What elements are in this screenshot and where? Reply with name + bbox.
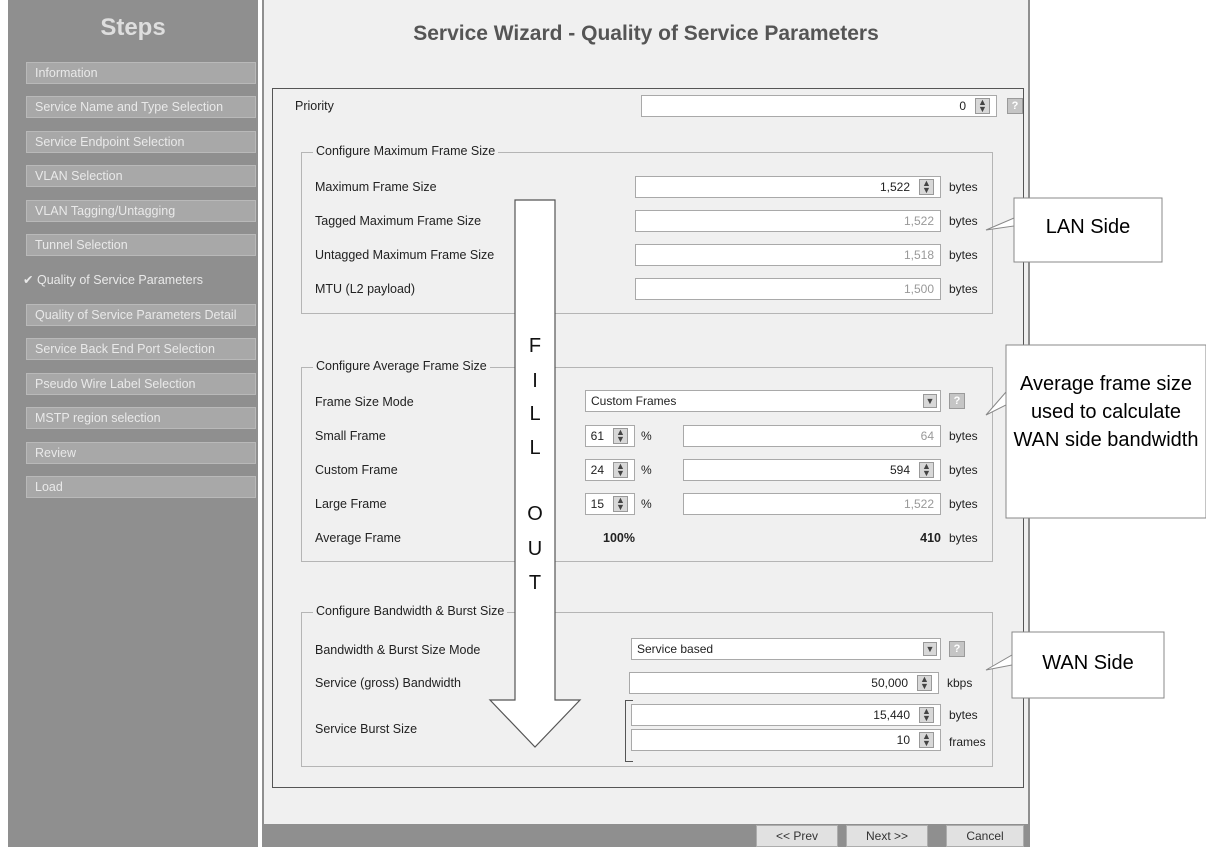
- unit-percent: %: [641, 463, 652, 477]
- avg-frame-callout: Average frame size used to calculate WAN…: [1013, 373, 1199, 451]
- large-frame-bytes-field: 1,522: [683, 493, 941, 515]
- fill-out-letter: U: [527, 538, 543, 560]
- fill-out-letter: L: [529, 437, 541, 459]
- average-frame-label: Average Frame: [315, 531, 401, 545]
- priority-label: Priority: [295, 99, 334, 113]
- unit-frames: frames: [949, 735, 986, 749]
- page-title: Service Wizard - Quality of Service Para…: [413, 22, 879, 45]
- step-mstp-region[interactable]: MSTP region selection: [26, 407, 256, 429]
- unit-percent: %: [641, 429, 652, 443]
- step-information[interactable]: Information: [26, 62, 256, 84]
- wizard-main: Service Wizard - Quality of Service Para…: [262, 0, 1030, 847]
- fill-out-letter: T: [528, 572, 542, 594]
- spinner-icon[interactable]: ▲ ▼: [919, 179, 934, 195]
- step-service-name-type[interactable]: Service Name and Type Selection: [26, 96, 256, 118]
- unit-bytes: bytes: [949, 429, 978, 443]
- fill-out-letter: O: [527, 503, 543, 525]
- wan-side-callout: WAN Side: [1042, 652, 1134, 674]
- burst-bytes-input[interactable]: 15,440: [631, 704, 941, 726]
- unit-bytes: bytes: [949, 282, 978, 296]
- priority-input[interactable]: 0: [641, 95, 997, 117]
- average-frame-value: 410: [920, 531, 941, 545]
- small-frame-bytes-field: 64: [683, 425, 941, 447]
- tagged-max-frame-field: 1,522: [635, 210, 941, 232]
- step-vlan-tagging[interactable]: VLAN Tagging/Untagging: [26, 200, 256, 222]
- steps-sidebar: Steps Information Service Name and Type …: [8, 0, 258, 847]
- mtu-field: 1,500: [635, 278, 941, 300]
- bandwidth-mode-label: Bandwidth & Burst Size Mode: [315, 643, 481, 657]
- spinner-icon[interactable]: ▲ ▼: [613, 496, 628, 512]
- unit-bytes: bytes: [949, 180, 978, 194]
- burst-frames-input[interactable]: 10: [631, 729, 941, 751]
- spinner-icon[interactable]: ▲ ▼: [613, 428, 628, 444]
- service-bandwidth-label: Service (gross) Bandwidth: [315, 676, 461, 690]
- mtu-label: MTU (L2 payload): [315, 282, 416, 296]
- unit-bytes: bytes: [949, 497, 978, 511]
- step-qos-parameters-label: Quality of Service Parameters: [36, 273, 204, 287]
- custom-frame-bytes-input[interactable]: 594: [683, 459, 941, 481]
- step-tunnel-selection[interactable]: Tunnel Selection: [26, 234, 256, 256]
- step-pseudo-wire[interactable]: Pseudo Wire Label Selection: [26, 373, 256, 395]
- unit-kbps: kbps: [947, 676, 973, 690]
- large-frame-label: Large Frame: [315, 497, 387, 511]
- next-button[interactable]: Next >>: [846, 825, 928, 847]
- max-frame-legend: Configure Maximum Frame Size: [313, 144, 499, 158]
- step-back-end-port[interactable]: Service Back End Port Selection: [26, 338, 256, 360]
- spinner-icon[interactable]: ▲ ▼: [919, 707, 934, 723]
- service-bandwidth-input[interactable]: 50,000: [629, 672, 939, 694]
- step-qos-parameters[interactable]: ✔ Quality of Service Parameters: [22, 269, 252, 291]
- unit-bytes: bytes: [949, 214, 978, 228]
- untagged-max-frame-label: Untagged Maximum Frame Size: [315, 248, 495, 262]
- tagged-max-frame-label: Tagged Maximum Frame Size: [315, 214, 482, 228]
- max-frame-label: Maximum Frame Size: [315, 180, 437, 194]
- frame-size-mode-label: Frame Size Mode: [315, 395, 414, 409]
- step-review[interactable]: Review: [26, 442, 256, 464]
- max-frame-input[interactable]: 1,522: [635, 176, 941, 198]
- bandwidth-legend: Configure Bandwidth & Burst Size: [313, 604, 508, 618]
- step-vlan-selection[interactable]: VLAN Selection: [26, 165, 256, 187]
- spinner-icon[interactable]: ▲ ▼: [919, 732, 934, 748]
- spinner-icon[interactable]: ▲ ▼: [613, 462, 628, 478]
- step-service-endpoint[interactable]: Service Endpoint Selection: [26, 131, 256, 153]
- steps-title: Steps: [100, 14, 166, 41]
- small-frame-label: Small Frame: [315, 429, 386, 443]
- unit-bytes: bytes: [949, 248, 978, 262]
- fill-out-letter: L: [529, 403, 541, 425]
- prev-button[interactable]: << Prev: [756, 825, 838, 847]
- spinner-icon[interactable]: ▲ ▼: [917, 675, 932, 691]
- lan-side-callout: LAN Side: [1045, 216, 1131, 238]
- content-panel: Priority 0 ▲ ▼ ? Configure Maximum Frame …: [272, 88, 1024, 788]
- unit-percent: %: [641, 497, 652, 511]
- bandwidth-mode-select[interactable]: Service based: [631, 638, 941, 660]
- untagged-max-frame-field: 1,518: [635, 244, 941, 266]
- spinner-icon[interactable]: ▲ ▼: [919, 462, 934, 478]
- frame-size-mode-select[interactable]: Custom Frames: [585, 390, 941, 412]
- unit-bytes: bytes: [949, 531, 978, 545]
- unit-bytes: bytes: [949, 708, 978, 722]
- fill-out-letter: F: [528, 335, 542, 357]
- fill-out-arrow: [488, 199, 582, 748]
- custom-frame-label: Custom Frame: [315, 463, 398, 477]
- service-burst-label: Service Burst Size: [315, 722, 418, 736]
- help-icon[interactable]: ?: [949, 641, 965, 657]
- average-frame-pct: 100%: [603, 531, 635, 545]
- help-icon[interactable]: ?: [949, 393, 965, 409]
- chevron-down-icon[interactable]: ▼: [923, 642, 937, 656]
- chevron-down-icon[interactable]: ▼: [923, 394, 937, 408]
- unit-bytes: bytes: [949, 463, 978, 477]
- check-icon: ✔: [23, 273, 34, 287]
- step-load[interactable]: Load: [26, 476, 256, 498]
- avg-frame-legend: Configure Average Frame Size: [313, 359, 490, 373]
- fill-out-letter: I: [532, 370, 538, 392]
- step-qos-detail[interactable]: Quality of Service Parameters Detail: [26, 304, 256, 326]
